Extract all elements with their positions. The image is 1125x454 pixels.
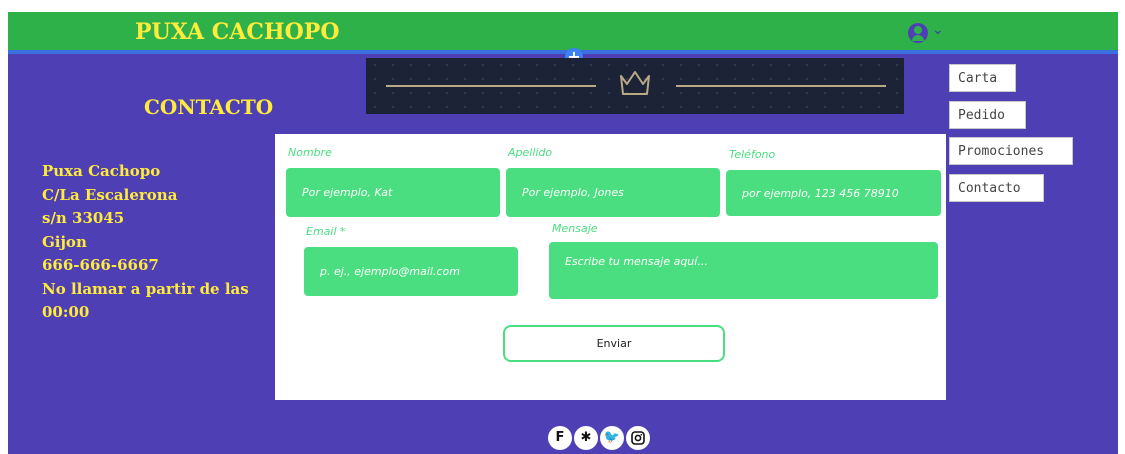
header-bar: PUXA CACHOPO ⌄ xyxy=(8,12,1118,54)
apellido-label: Apellido xyxy=(508,146,553,159)
instagram-glyph xyxy=(631,431,645,445)
email-label: Email * xyxy=(306,225,346,238)
section-title: CONTACTO xyxy=(144,95,274,119)
nombre-label: Nombre xyxy=(288,146,332,159)
menu-item-carta[interactable]: Carta xyxy=(949,64,1016,92)
apellido-input[interactable]: Por ejemplo, Jones xyxy=(506,168,720,217)
foursquare-icon[interactable]: F xyxy=(548,426,572,450)
address-line: 00:00 xyxy=(42,303,90,321)
menu-item-promociones[interactable]: Promociones xyxy=(949,137,1073,165)
yelp-icon[interactable]: ✱ xyxy=(574,426,598,450)
email-input[interactable]: p. ej., ejemplo@mail.com xyxy=(304,247,518,296)
menu-item-contacto[interactable]: Contacto xyxy=(949,174,1044,202)
chevron-down-icon[interactable]: ⌄ xyxy=(932,22,944,38)
instagram-icon[interactable] xyxy=(626,426,650,450)
address-line: 666-666-6667 xyxy=(42,256,159,274)
brand-title[interactable]: PUXA CACHOPO xyxy=(135,19,340,45)
mensaje-textarea[interactable]: Escribe tu mensaje aquí... xyxy=(549,242,938,299)
address-line: C/La Escalerona xyxy=(42,185,178,204)
banner-line-right xyxy=(676,85,886,87)
address-line: s/n 33045 xyxy=(42,209,125,227)
crown-banner xyxy=(366,58,904,114)
nombre-input[interactable]: Por ejemplo, Kat xyxy=(286,168,500,217)
address-line: Puxa Cachopo xyxy=(42,162,161,180)
telefono-input[interactable]: por ejemplo, 123 456 78910 xyxy=(726,170,941,216)
site-frame: PUXA CACHOPO ⌄ + CONTACTO Puxa Cachopo C… xyxy=(8,12,1118,454)
telefono-label: Teléfono xyxy=(729,148,776,161)
menu-item-pedido[interactable]: Pedido xyxy=(949,101,1026,129)
address-block: Puxa Cachopo C/La Escalerona s/n 33045 G… xyxy=(42,160,262,325)
mensaje-label: Mensaje xyxy=(552,222,598,235)
submit-button[interactable]: Enviar xyxy=(503,325,725,362)
address-line: No llamar a partir de las xyxy=(42,279,249,298)
user-circle-icon[interactable] xyxy=(908,23,928,43)
twitter-icon[interactable]: 🐦 xyxy=(600,426,624,450)
banner-line-left xyxy=(386,85,596,87)
address-line: Gijon xyxy=(42,232,87,251)
contact-form: Nombre Por ejemplo, Kat Apellido Por eje… xyxy=(275,134,946,400)
crown-icon xyxy=(620,71,650,95)
